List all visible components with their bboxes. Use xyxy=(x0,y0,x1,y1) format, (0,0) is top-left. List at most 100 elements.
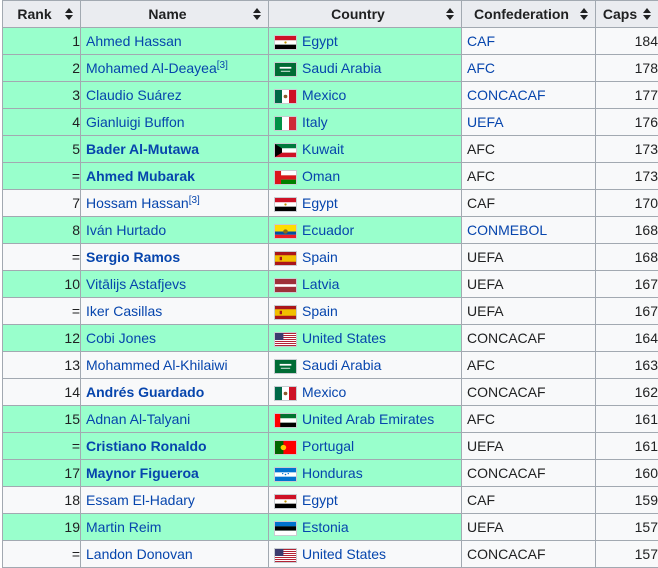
rank-header[interactable]: Rank xyxy=(3,1,81,28)
sort-icon[interactable] xyxy=(643,8,651,20)
country-cell: Portugal xyxy=(269,433,462,460)
country-link[interactable]: Egypt xyxy=(302,195,338,211)
country-cell: Estonia xyxy=(269,514,462,541)
caps-header[interactable]: Caps xyxy=(596,1,658,28)
estonia-flag-icon xyxy=(274,521,297,536)
country-cell: United States xyxy=(269,541,462,568)
sort-icon[interactable] xyxy=(65,8,73,20)
name-cell: Ahmed Hassan xyxy=(81,28,269,55)
name-cell: Vitālijs Astafjevs xyxy=(81,271,269,298)
sort-icon[interactable] xyxy=(446,8,454,20)
confederation-link[interactable]: CONCACAF xyxy=(467,87,546,103)
country-link[interactable]: Mexico xyxy=(302,87,346,103)
name-header[interactable]: Name xyxy=(81,1,269,28)
player-link[interactable]: Martin Reim xyxy=(86,519,161,535)
player-link[interactable]: Mohamed Al-Deayea xyxy=(86,60,217,76)
player-link[interactable]: Landon Donovan xyxy=(86,546,193,562)
confederation-cell: UEFA xyxy=(462,514,596,541)
confederation-cell: CONCACAF xyxy=(462,325,596,352)
country-link[interactable]: Mexico xyxy=(302,384,346,400)
country-link[interactable]: United Arab Emirates xyxy=(302,411,434,427)
player-link[interactable]: Ahmed Hassan xyxy=(86,33,182,49)
confederation-cell: CONCACAF xyxy=(462,460,596,487)
country-link[interactable]: Ecuador xyxy=(302,222,354,238)
player-link[interactable]: Iván Hurtado xyxy=(86,222,166,238)
reference-link[interactable]: [3] xyxy=(189,195,200,206)
spain-flag-icon xyxy=(274,251,297,266)
player-link[interactable]: Hossam Hassan xyxy=(86,195,189,211)
country-link[interactable]: Spain xyxy=(302,249,338,265)
player-link[interactable]: Cobi Jones xyxy=(86,330,156,346)
table-row: 14Andrés GuardadoMexicoCONCACAF162 xyxy=(3,379,658,406)
caps-cell: 167 xyxy=(596,271,658,298)
egypt-flag-icon xyxy=(274,35,297,50)
confederation-cell: AFC xyxy=(462,406,596,433)
rank-value: 8 xyxy=(72,222,80,238)
player-link[interactable]: Sergio Ramos xyxy=(86,249,180,265)
confederation-link[interactable]: CAF xyxy=(467,33,495,49)
country-header[interactable]: Country xyxy=(269,1,462,28)
player-link[interactable]: Ahmed Mubarak xyxy=(86,168,195,184)
country-link[interactable]: Egypt xyxy=(302,33,338,49)
confederation-header[interactable]: Confederation xyxy=(462,1,596,28)
caps-value: 170 xyxy=(635,195,658,211)
table-row: 8Iván HurtadoEcuadorCONMEBOL168 xyxy=(3,217,658,244)
country-link[interactable]: United States xyxy=(302,546,386,562)
player-link[interactable]: Cristiano Ronaldo xyxy=(86,438,207,454)
reference-link[interactable]: [3] xyxy=(217,60,228,71)
name-cell: Cristiano Ronaldo xyxy=(81,433,269,460)
caps-value: 162 xyxy=(635,384,658,400)
caps-cell: 162 xyxy=(596,379,658,406)
rank-value: 5 xyxy=(72,141,80,157)
sort-icon[interactable] xyxy=(580,8,588,20)
rank-value: = xyxy=(72,303,80,319)
name-cell: Landon Donovan xyxy=(81,541,269,568)
table-row: 5Bader Al-MutawaKuwaitAFC173 xyxy=(3,136,658,163)
confederation-link[interactable]: UEFA xyxy=(467,114,504,130)
rank-value: 4 xyxy=(72,114,80,130)
player-link[interactable]: Gianluigi Buffon xyxy=(86,114,185,130)
caps-header-label: Caps xyxy=(603,6,637,22)
caps-cell: 184 xyxy=(596,28,658,55)
country-link[interactable]: Oman xyxy=(302,168,340,184)
country-cell: Ecuador xyxy=(269,217,462,244)
usa-flag-icon xyxy=(274,548,297,563)
player-link[interactable]: Maynor Figueroa xyxy=(86,465,199,481)
caps-value: 178 xyxy=(635,60,658,76)
country-link[interactable]: Honduras xyxy=(302,465,363,481)
sort-icon[interactable] xyxy=(253,8,261,20)
caps-value: 167 xyxy=(635,276,658,292)
country-link[interactable]: Portugal xyxy=(302,438,354,454)
player-link[interactable]: Mohammed Al-Khilaiwi xyxy=(86,357,228,373)
confederation-value: CONCACAF xyxy=(467,546,546,562)
player-link[interactable]: Vitālijs Astafjevs xyxy=(86,276,186,292)
player-link[interactable]: Essam El-Hadary xyxy=(86,492,195,508)
country-link[interactable]: Egypt xyxy=(302,492,338,508)
country-cell: Kuwait xyxy=(269,136,462,163)
player-link[interactable]: Adnan Al-Talyani xyxy=(86,411,190,427)
country-link[interactable]: Italy xyxy=(302,114,328,130)
confederation-cell: UEFA xyxy=(462,298,596,325)
confederation-cell: UEFA xyxy=(462,433,596,460)
country-link[interactable]: Spain xyxy=(302,303,338,319)
country-link[interactable]: United States xyxy=(302,330,386,346)
confederation-cell: AFC xyxy=(462,163,596,190)
table-row: 18Essam El-HadaryEgyptCAF159 xyxy=(3,487,658,514)
rank-value: = xyxy=(72,438,80,454)
caps-value: 161 xyxy=(635,438,658,454)
rank-cell: 8 xyxy=(3,217,81,244)
caps-cell: 168 xyxy=(596,244,658,271)
player-link[interactable]: Bader Al-Mutawa xyxy=(86,141,199,157)
rank-cell: 12 xyxy=(3,325,81,352)
confederation-value: CONCACAF xyxy=(467,465,546,481)
confederation-link[interactable]: CONMEBOL xyxy=(467,222,547,238)
country-link[interactable]: Latvia xyxy=(302,276,339,292)
player-link[interactable]: Iker Casillas xyxy=(86,303,162,319)
confederation-link[interactable]: AFC xyxy=(467,60,495,76)
country-link[interactable]: Estonia xyxy=(302,519,349,535)
player-link[interactable]: Claudio Suárez xyxy=(86,87,182,103)
country-link[interactable]: Kuwait xyxy=(302,141,344,157)
country-link[interactable]: Saudi Arabia xyxy=(302,60,381,76)
country-link[interactable]: Saudi Arabia xyxy=(302,357,381,373)
player-link[interactable]: Andrés Guardado xyxy=(86,384,204,400)
